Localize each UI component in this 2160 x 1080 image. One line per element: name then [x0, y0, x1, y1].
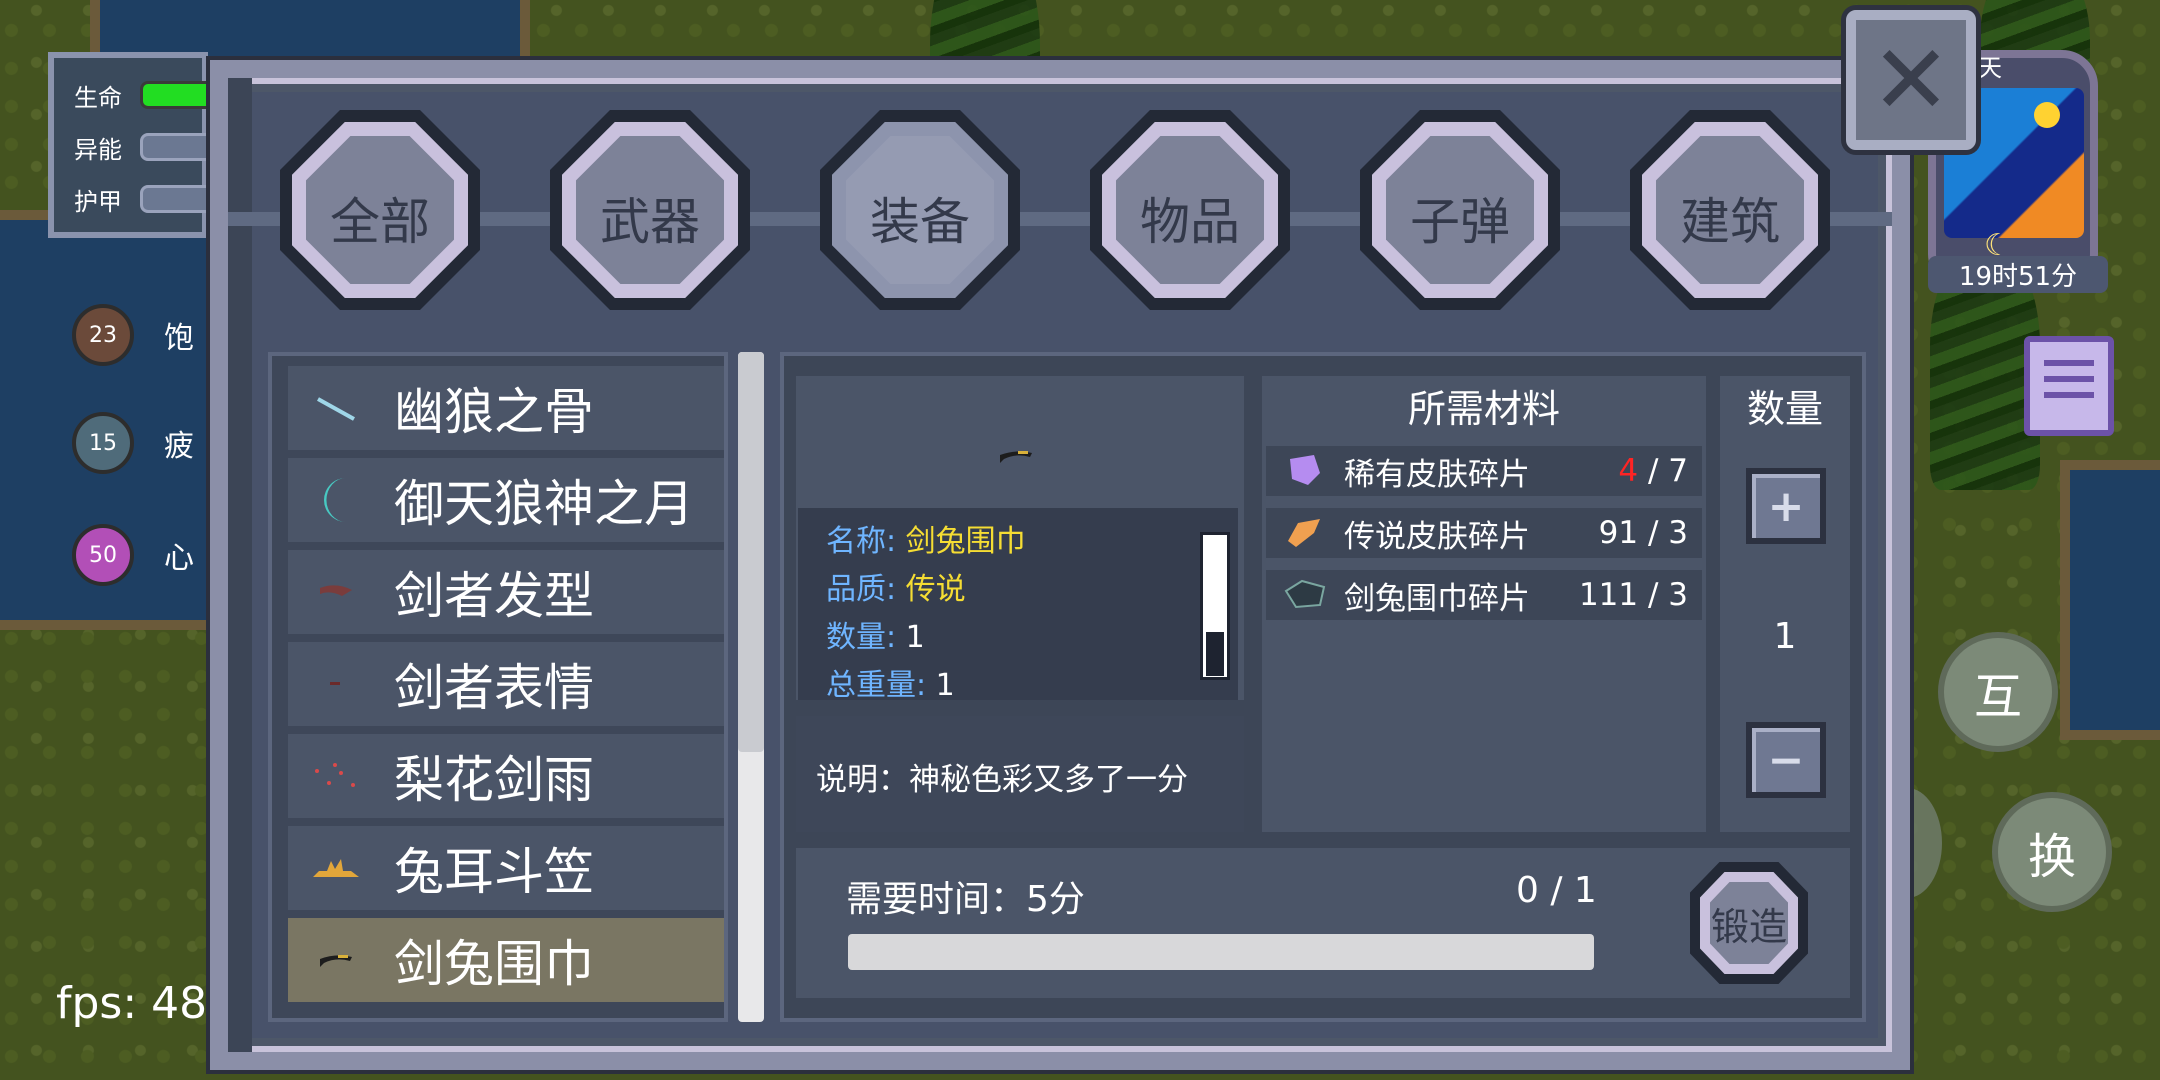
info-key: 名称: — [826, 524, 897, 559]
hunger-status: 23 饱 — [72, 304, 194, 366]
item-label: 御天狼神之月 — [394, 475, 694, 533]
item-label: 梨花剑雨 — [394, 751, 594, 809]
quantity-decrease-button[interactable]: − — [1746, 722, 1826, 798]
tab-label: 全部 — [330, 193, 430, 251]
item-quality: 传说 — [905, 572, 966, 607]
info-name-row: 名称: 剑兔围巾 — [826, 516, 1026, 560]
list-item[interactable]: 剑者发型 — [288, 550, 724, 634]
material-name: 剑兔围巾碎片 — [1344, 580, 1530, 617]
fatigue-label: 疲 — [164, 429, 194, 464]
tab-weapons[interactable]: 武器 — [550, 110, 750, 310]
tab-label: 物品 — [1140, 193, 1240, 251]
material-row: 稀有皮肤碎片 4 / 7 — [1266, 446, 1702, 496]
material-name: 传说皮肤碎片 — [1344, 518, 1530, 555]
info-weight-row: 总重量: 1 — [826, 660, 955, 704]
hat-icon — [306, 838, 366, 898]
info-count-row: 数量: 1 — [826, 612, 925, 656]
item-label: 剑者表情 — [394, 659, 594, 717]
material-name: 稀有皮肤碎片 — [1344, 456, 1530, 493]
info-key: 总重量: — [826, 668, 927, 703]
forge-time-label: 需要时间：5分 — [846, 879, 1085, 920]
list-item[interactable]: 剑者表情 — [288, 642, 724, 726]
swap-button[interactable]: 换 — [1992, 792, 2112, 912]
forge-progress-track — [848, 934, 1594, 970]
scarf-fragment-icon — [1284, 577, 1328, 613]
health-row: 生命 — [74, 78, 230, 112]
recipe-list[interactable]: 幽狼之骨 御天狼神之月 剑者发型 剑者表情 梨花剑雨 兔耳斗笠 剑兔围巾 — [268, 352, 728, 1022]
list-item[interactable]: 御天狼神之月 — [288, 458, 724, 542]
close-icon: ✕ — [1870, 24, 1952, 136]
scarf-icon — [996, 438, 1036, 473]
bone-icon — [306, 378, 366, 438]
player-stats-panel: 生命 异能 护甲 — [48, 52, 230, 238]
item-label: 剑者发型 — [394, 567, 594, 625]
fps-counter: fps: 48 — [56, 978, 208, 1029]
tab-label: 子弹 — [1410, 193, 1510, 251]
forge-button-label: 锻造 — [1710, 905, 1787, 949]
tab-label: 武器 — [600, 193, 700, 251]
list-item[interactable]: 兔耳斗笠 — [288, 826, 724, 910]
sun-icon — [2034, 102, 2060, 128]
list-scrollbar-thumb[interactable] — [738, 352, 764, 752]
quantity-value: 1 — [1773, 616, 1797, 657]
item-label: 剑兔围巾 — [394, 935, 594, 993]
face-icon — [306, 654, 366, 714]
crescent-moon-icon — [306, 470, 366, 530]
tab-label: 装备 — [870, 193, 970, 251]
material-row: 传说皮肤碎片 91 / 3 — [1266, 508, 1702, 558]
material-row: 剑兔围巾碎片 111 / 3 — [1266, 570, 1702, 620]
mood-status: 50 心 — [72, 524, 194, 586]
mood-label: 心 — [164, 541, 194, 576]
tab-label: 建筑 — [1680, 193, 1780, 251]
list-item[interactable]: 幽狼之骨 — [288, 366, 724, 450]
game-time: 19时51分 — [1928, 256, 2108, 293]
info-scrollbar-thumb[interactable] — [1206, 632, 1224, 676]
heart-icon: 50 — [72, 524, 134, 586]
armor-row: 护甲 — [74, 182, 230, 216]
tab-buildings[interactable]: 建筑 — [1630, 110, 1830, 310]
tab-bullets[interactable]: 子弹 — [1360, 110, 1560, 310]
item-count: 1 — [905, 620, 925, 655]
health-label: 生命 — [74, 83, 122, 112]
quantity-increase-button[interactable]: + — [1746, 468, 1826, 544]
item-label: 幽狼之骨 — [394, 383, 594, 441]
list-item[interactable]: 梨花剑雨 — [288, 734, 724, 818]
day-label: 天 — [1978, 54, 2002, 82]
petals-icon — [306, 746, 366, 806]
water-pond — [2060, 460, 2160, 740]
item-name: 剑兔围巾 — [905, 524, 1026, 559]
item-description: 说明：神秘色彩又多了一分 — [816, 762, 1188, 798]
info-key: 品质: — [826, 572, 897, 607]
energy-row: 异能 — [74, 130, 230, 164]
item-label: 兔耳斗笠 — [394, 843, 594, 901]
quantity-title: 数量 — [1746, 387, 1823, 431]
list-item-selected[interactable]: 剑兔围巾 — [288, 918, 724, 1002]
info-key: 数量: — [826, 620, 897, 655]
material-count: 4 / 7 — [1618, 453, 1688, 489]
forge-progress-text: 0 / 1 — [1516, 870, 1597, 911]
orange-fragment-icon — [1284, 515, 1328, 551]
armor-label: 护甲 — [74, 187, 122, 216]
purple-fragment-icon — [1284, 453, 1328, 489]
scarf-icon — [306, 930, 366, 990]
hunger-icon: 23 — [72, 304, 134, 366]
quest-scroll-icon[interactable] — [2024, 336, 2114, 436]
hair-icon — [306, 562, 366, 622]
energy-label: 异能 — [74, 135, 122, 164]
category-tabs: 全部 武器 装备 物品 子弹 建筑 — [280, 110, 1830, 310]
tab-all[interactable]: 全部 — [280, 110, 480, 310]
interact-button[interactable]: 互 — [1938, 632, 2058, 752]
materials-title: 所需材料 — [1407, 387, 1560, 431]
item-weight: 1 — [935, 668, 955, 703]
fatigue-icon: 15 — [72, 412, 134, 474]
fatigue-status: 15 疲 — [72, 412, 194, 474]
tab-equipment[interactable]: 装备 — [820, 110, 1020, 310]
tab-items[interactable]: 物品 — [1090, 110, 1290, 310]
close-button[interactable]: ✕ — [1846, 10, 1976, 150]
material-count: 111 / 3 — [1578, 577, 1688, 613]
hunger-label: 饱 — [164, 321, 194, 356]
material-count: 91 / 3 — [1598, 515, 1688, 551]
info-quality-row: 品质: 传说 — [826, 564, 966, 608]
